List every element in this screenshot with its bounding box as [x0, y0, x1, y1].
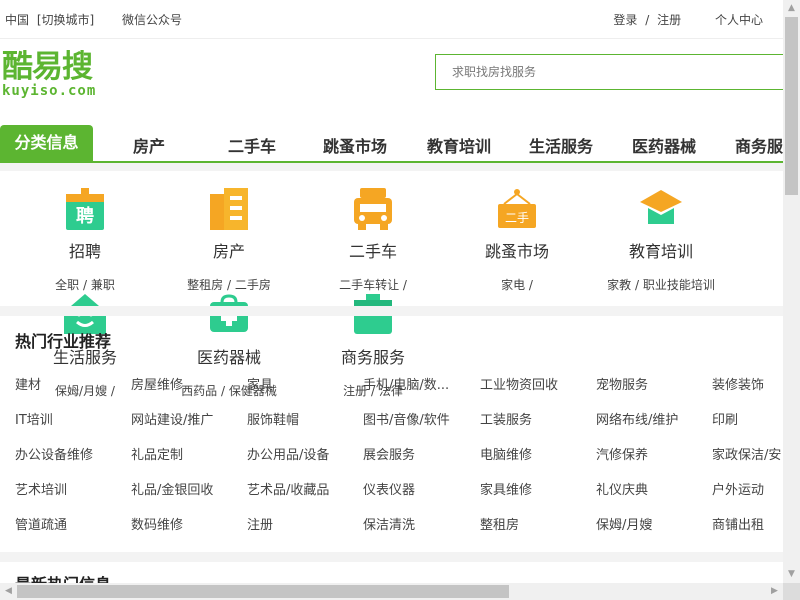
vertical-scroll-thumb[interactable]	[785, 17, 798, 195]
nav-tab-medical[interactable]: 医药器械	[632, 133, 696, 157]
register-link[interactable]: 注册	[657, 13, 681, 27]
category-subs[interactable]: 家电 /	[447, 276, 587, 293]
category-name: 医药器械	[196, 348, 261, 367]
wechat-link[interactable]: 微信公众号	[122, 13, 182, 27]
logo-en: kuyiso.com	[2, 83, 97, 99]
recruit-icon: 聘	[64, 188, 106, 230]
hot-industry-title: 热门行业推荐	[15, 332, 112, 351]
nav-tab-education[interactable]: 教育培训	[427, 133, 491, 157]
category-name: 跳蚤市场	[484, 242, 549, 261]
hot-link[interactable]: 艺术培训	[15, 479, 67, 498]
hot-link[interactable]: 工装服务	[480, 409, 532, 428]
hot-link[interactable]: 艺术品/收藏品	[247, 479, 329, 498]
hot-link[interactable]: 礼品定制	[131, 444, 183, 463]
top-bar: 中国 [切换城市] 微信公众号 登录 / 注册 个人中心	[0, 0, 783, 39]
horizontal-scrollbar[interactable]: ◀ ▶	[0, 583, 783, 600]
search-box	[435, 54, 783, 90]
logo-cn: 酷易搜	[2, 49, 93, 85]
horizontal-scroll-thumb[interactable]	[17, 585, 509, 598]
nav-tab-classified[interactable]: 分类信息	[0, 125, 93, 161]
section-divider	[0, 306, 783, 316]
separator: /	[645, 13, 650, 27]
category-name: 教育培训	[628, 242, 693, 261]
secondhand-sign-icon: 二手	[496, 188, 538, 230]
category-subs[interactable]: 家教 / 职业技能培训	[591, 276, 731, 293]
current-city: 中国	[5, 13, 30, 27]
category-subs[interactable]: 全职 / 兼职	[15, 276, 155, 293]
hot-link[interactable]: 数码维修	[131, 514, 183, 533]
car-icon	[352, 188, 394, 230]
hot-link[interactable]: 办公用品/设备	[247, 444, 329, 463]
scroll-down-arrow-icon[interactable]: ▼	[783, 566, 800, 583]
hot-link[interactable]: 整租房	[480, 514, 519, 533]
hot-link[interactable]: 印刷	[712, 409, 738, 428]
category-name: 二手车	[348, 242, 397, 261]
category-subs[interactable]: 整租房 / 二手房	[159, 276, 299, 293]
search-input[interactable]	[450, 55, 783, 89]
category-used-car[interactable]: 二手车 二手车转让 /	[303, 188, 443, 293]
category-name: 招聘	[68, 242, 101, 261]
category-realestate[interactable]: 房产 整租房 / 二手房	[159, 188, 299, 293]
scroll-up-arrow-icon[interactable]: ▲	[783, 0, 800, 17]
graduation-cap-icon	[640, 188, 682, 230]
hot-link[interactable]: 手机/电脑/数...	[363, 374, 449, 393]
hot-link[interactable]: 建材	[15, 374, 41, 393]
scroll-left-arrow-icon[interactable]: ◀	[0, 583, 17, 600]
building-icon	[208, 188, 250, 230]
hot-link[interactable]: 服饰鞋帽	[247, 409, 299, 428]
hot-link[interactable]: 电脑维修	[480, 444, 532, 463]
latest-info-title: 最新热门信息	[15, 571, 111, 583]
nav-tab-flea-market[interactable]: 跳蚤市场	[323, 133, 387, 157]
hot-link[interactable]: 工业物资回收	[480, 374, 558, 393]
secondhand-icon-glyph: 二手	[505, 211, 529, 225]
nav-tab-realestate[interactable]: 房产	[133, 133, 165, 157]
hot-link[interactable]: 装修装饰	[712, 374, 764, 393]
hot-link[interactable]: 办公设备维修	[15, 444, 93, 463]
section-divider	[0, 163, 783, 171]
hot-link[interactable]: 仪表仪器	[363, 479, 415, 498]
hot-link[interactable]: 家政保洁/安	[712, 444, 781, 463]
switch-city-link[interactable]: [切换城市]	[37, 13, 94, 27]
scroll-right-arrow-icon[interactable]: ▶	[766, 583, 783, 600]
hot-link[interactable]: 户外运动	[712, 479, 764, 498]
main-nav: 分类信息 房产 二手车 跳蚤市场 教育培训 生活服务 医药器械 商务服	[0, 125, 783, 163]
nav-tab-life-services[interactable]: 生活服务	[529, 133, 593, 157]
category-education[interactable]: 教育培训 家教 / 职业技能培训	[591, 188, 731, 293]
hot-link[interactable]: 展会服务	[363, 444, 415, 463]
hot-link[interactable]: 礼品/金银回收	[131, 479, 213, 498]
user-center-link[interactable]: 个人中心	[715, 13, 763, 27]
hot-link[interactable]: 礼仪庆典	[596, 479, 648, 498]
nav-tab-business[interactable]: 商务服	[735, 133, 783, 157]
recruit-icon-glyph: 聘	[76, 205, 94, 227]
hot-link[interactable]: 商铺出租	[712, 514, 764, 533]
category-subs[interactable]: 二手车转让 /	[303, 276, 443, 293]
hot-link[interactable]: 房屋维修	[131, 374, 183, 393]
hot-link[interactable]: 汽修保养	[596, 444, 648, 463]
hot-link[interactable]: IT培训	[15, 409, 53, 428]
hot-link[interactable]: 图书/音像/软件	[363, 409, 450, 428]
hot-link[interactable]: 管道疏通	[15, 514, 67, 533]
hot-link[interactable]: 宠物服务	[596, 374, 648, 393]
section-divider	[0, 552, 783, 562]
hot-link[interactable]: 家具	[247, 374, 273, 393]
site-logo[interactable]: 酷易搜 kuyiso.com	[2, 50, 114, 100]
hot-link[interactable]: 网站建设/推广	[131, 409, 213, 428]
hot-link[interactable]: 保姆/月嫂	[596, 514, 652, 533]
hot-link[interactable]: 注册	[247, 514, 273, 533]
hot-link[interactable]: 网络布线/维护	[596, 409, 678, 428]
scrollbar-corner	[783, 583, 800, 600]
nav-tab-used-car[interactable]: 二手车	[228, 133, 276, 157]
category-name: 商务服务	[340, 348, 405, 367]
hot-link[interactable]: 保洁清洗	[363, 514, 415, 533]
category-name: 房产	[212, 242, 245, 261]
vertical-scrollbar[interactable]: ▲ ▼	[783, 0, 800, 583]
login-link[interactable]: 登录	[613, 13, 637, 27]
page-viewport: 中国 [切换城市] 微信公众号 登录 / 注册 个人中心 酷易搜 kuyiso.…	[0, 0, 783, 583]
category-flea-market[interactable]: 二手 跳蚤市场 家电 /	[447, 188, 587, 293]
category-recruit[interactable]: 聘 招聘 全职 / 兼职	[15, 188, 155, 293]
hot-link[interactable]: 家具维修	[480, 479, 532, 498]
